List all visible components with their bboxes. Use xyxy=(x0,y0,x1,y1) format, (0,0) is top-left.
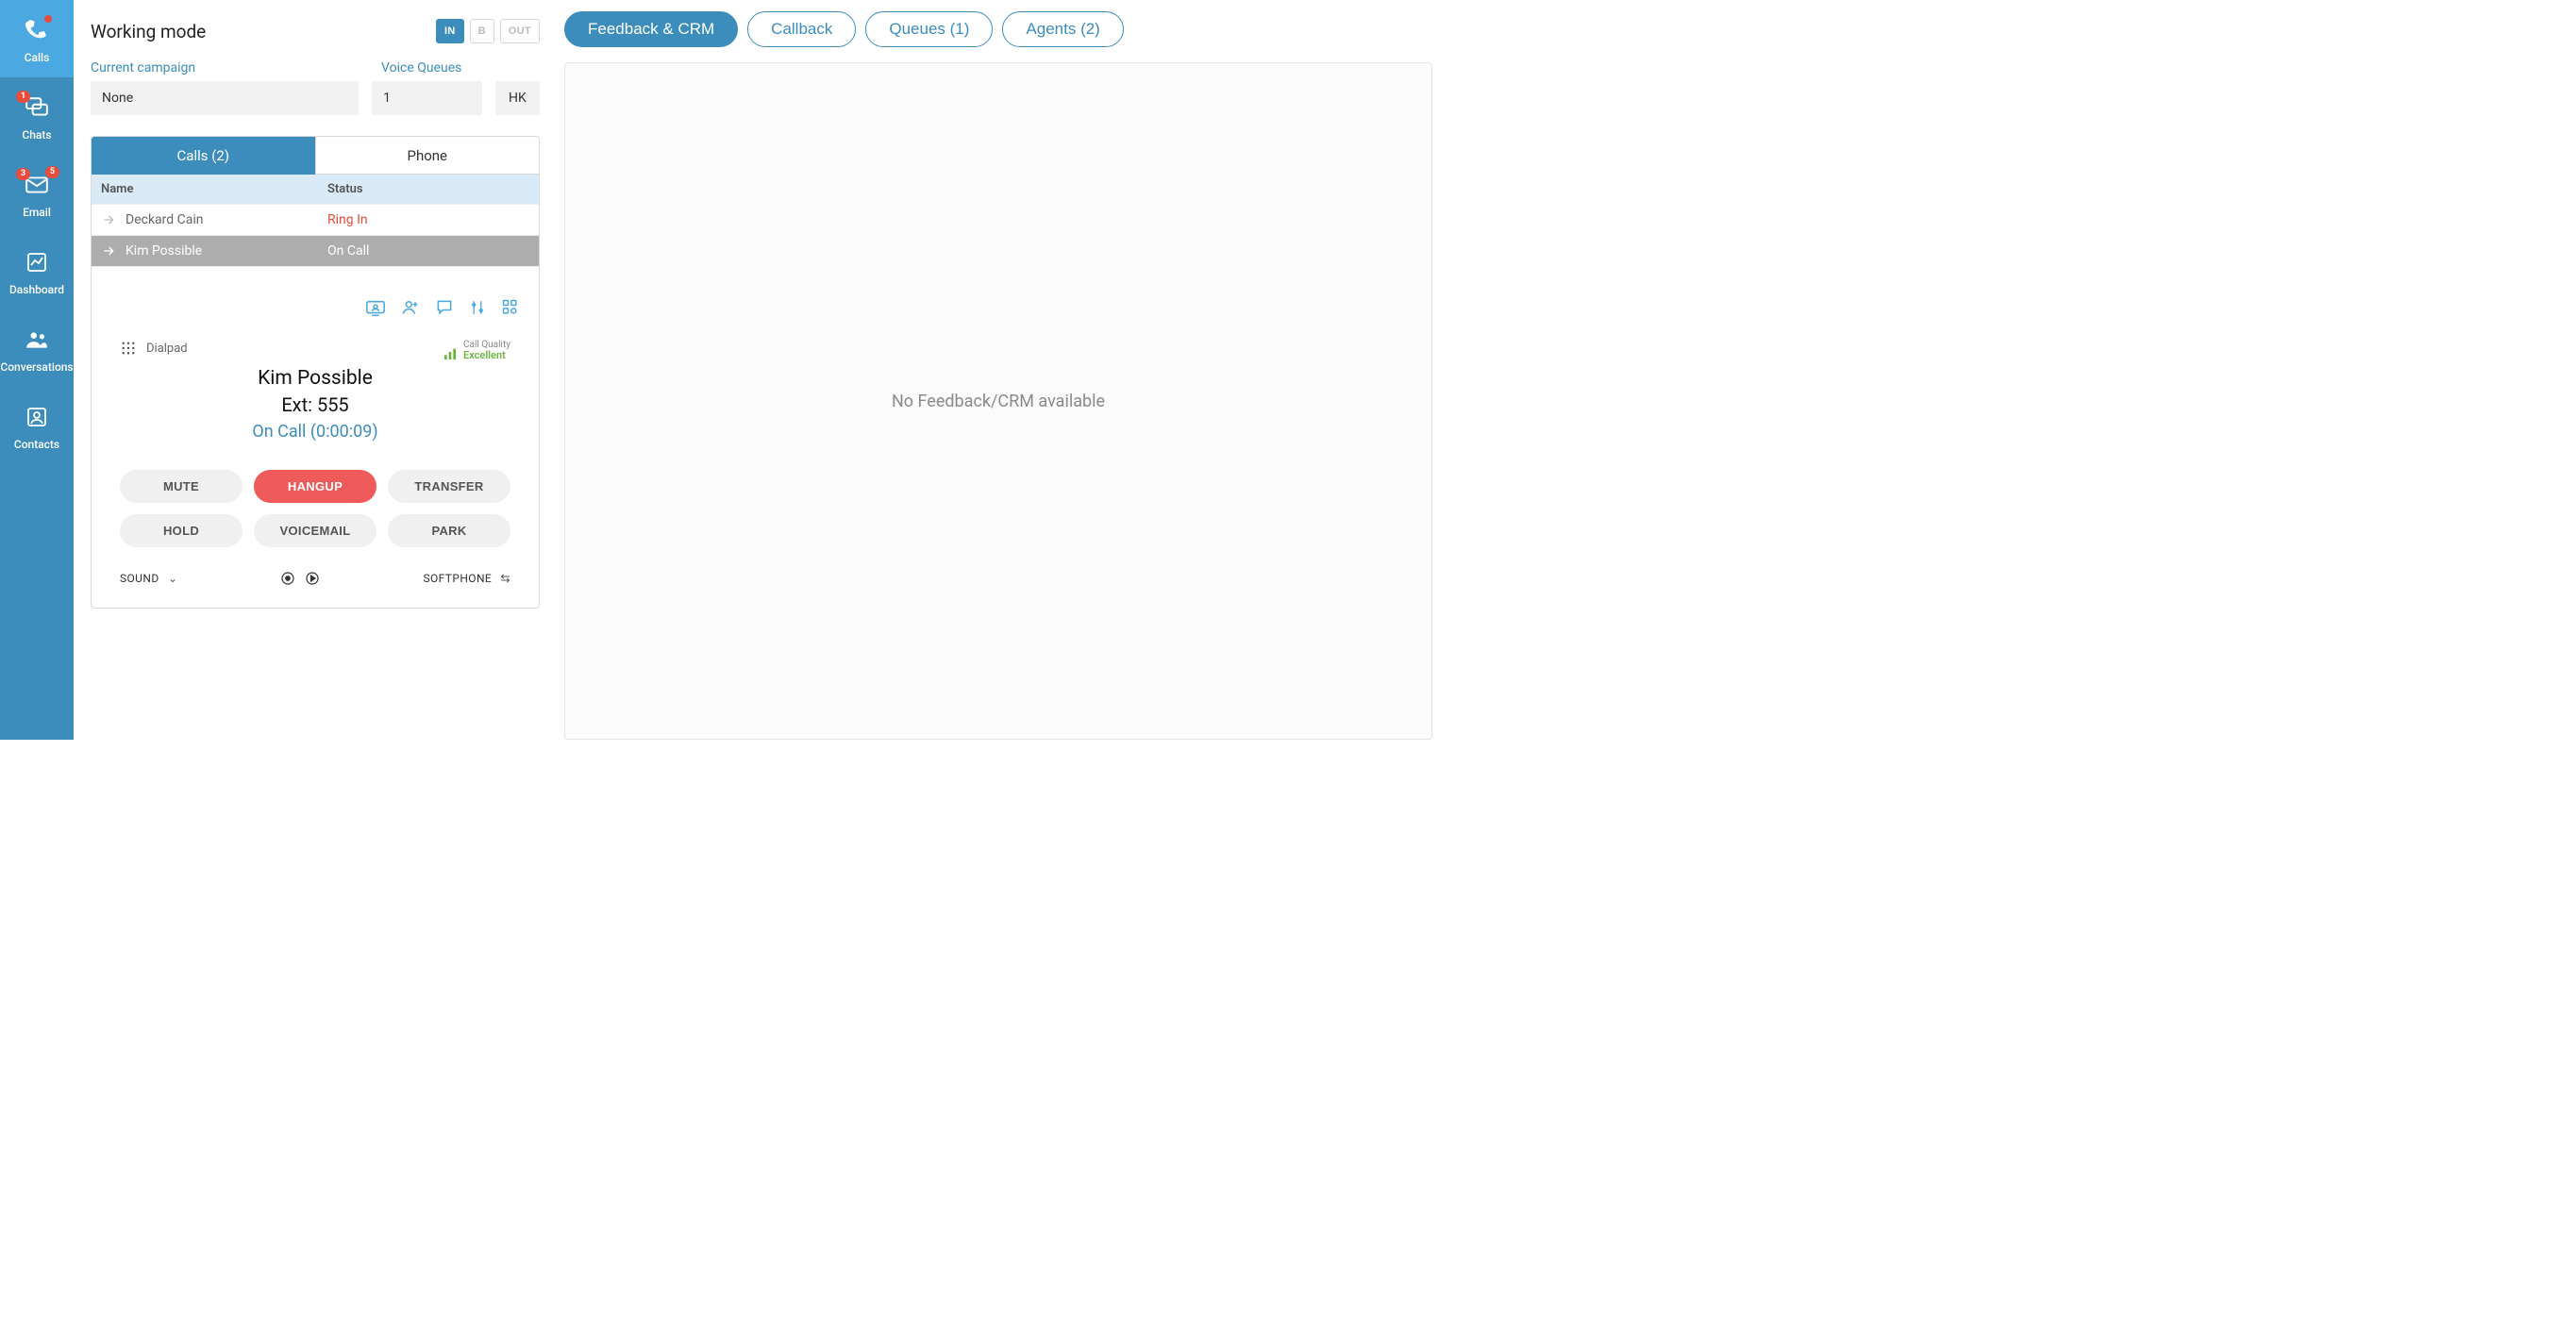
header-status: Status xyxy=(318,175,539,204)
right-tabs: Feedback & CRM Callback Queues (1) Agent… xyxy=(564,11,1432,47)
queues-value[interactable]: 1 xyxy=(372,81,482,115)
caller-extension: Ext: 555 xyxy=(120,393,510,416)
calls-table-header: Name Status xyxy=(92,175,539,204)
apps-icon[interactable] xyxy=(501,298,520,319)
email-badge-2: 5 xyxy=(45,166,59,178)
mail-icon: 3 5 xyxy=(24,172,50,198)
group-icon xyxy=(24,326,50,353)
play-icon[interactable] xyxy=(304,570,321,587)
call-quality-value: Excellent xyxy=(463,350,506,361)
mode-out-button[interactable]: OUT xyxy=(500,19,540,43)
dialpad-icon xyxy=(120,340,137,357)
queues-label: Voice Queues xyxy=(381,60,540,75)
call-row-name: Deckard Cain xyxy=(125,212,204,227)
nav-email[interactable]: 3 5 Email xyxy=(0,155,74,232)
sound-label: SOUND xyxy=(120,572,159,585)
nav-dashboard[interactable]: Dashboard xyxy=(0,232,74,309)
recording-controls xyxy=(279,570,321,587)
transfer-button[interactable]: TRANSFER xyxy=(388,470,510,503)
nav-chats-label: Chats xyxy=(22,128,51,142)
phone-icon xyxy=(24,17,50,43)
nav-contacts[interactable]: Contacts xyxy=(0,387,74,464)
mode-buttons: IN B OUT xyxy=(436,19,540,43)
nav-chats[interactable]: 1 Chats xyxy=(0,77,74,155)
tab-calls[interactable]: Calls (2) xyxy=(92,137,316,175)
arrow-right-icon xyxy=(101,212,116,227)
arrow-right-icon xyxy=(101,243,116,259)
campaign-label: Current campaign xyxy=(91,60,364,75)
nav-email-label: Email xyxy=(23,206,51,219)
nav-dashboard-label: Dashboard xyxy=(9,283,64,296)
screen-share-icon[interactable] xyxy=(365,298,386,319)
left-panel: Working mode IN B OUT Current campaign V… xyxy=(74,0,557,740)
call-quality: Call Quality Excellent xyxy=(443,340,510,361)
nav-calls-label: Calls xyxy=(25,51,50,64)
call-row[interactable]: Kim Possible On Call xyxy=(92,235,539,266)
tab-feedback-crm[interactable]: Feedback & CRM xyxy=(564,11,738,47)
nav-conversations-label: Conversations xyxy=(0,360,73,374)
dialpad-button[interactable]: Dialpad xyxy=(120,340,188,357)
signal-icon xyxy=(443,346,458,361)
nav-contacts-label: Contacts xyxy=(14,438,59,451)
dialpad-label: Dialpad xyxy=(146,342,188,356)
sidebar: Calls 1 Chats 3 5 Email Dashboard xyxy=(0,0,74,740)
swap-icon: ⇆ xyxy=(501,572,510,585)
mode-in-button[interactable]: IN xyxy=(436,19,464,43)
hangup-button[interactable]: HANGUP xyxy=(254,470,376,503)
sound-menu[interactable]: SOUND ⌄ xyxy=(120,572,177,585)
voicemail-button[interactable]: VOICEMAIL xyxy=(254,514,376,547)
feedback-pane: No Feedback/CRM available xyxy=(564,62,1432,740)
right-panel: Feedback & CRM Callback Queues (1) Agent… xyxy=(557,0,1449,740)
hk-button[interactable]: HK xyxy=(495,81,540,115)
call-row-status: On Call xyxy=(318,236,539,266)
chats-badge: 1 xyxy=(16,91,30,103)
record-icon[interactable] xyxy=(279,570,296,587)
call-row[interactable]: Deckard Cain Ring In xyxy=(92,204,539,235)
hold-button[interactable]: HOLD xyxy=(120,514,243,547)
nav-conversations[interactable]: Conversations xyxy=(0,309,74,387)
chat-icon: 1 xyxy=(24,94,50,121)
mute-button[interactable]: MUTE xyxy=(120,470,243,503)
campaign-value[interactable]: None xyxy=(91,81,359,115)
tab-queues[interactable]: Queues (1) xyxy=(865,11,993,47)
email-badge-1: 3 xyxy=(16,168,30,180)
main-area: Working mode IN B OUT Current campaign V… xyxy=(74,0,1449,740)
call-toolbar xyxy=(92,292,539,328)
calls-card: Calls (2) Phone Name Status Deckard Cain… xyxy=(91,136,540,609)
tab-callback[interactable]: Callback xyxy=(747,11,856,47)
softphone-label: SOFTPHONE xyxy=(423,572,492,585)
call-row-name: Kim Possible xyxy=(125,243,202,259)
nav-calls[interactable]: Calls xyxy=(0,0,74,77)
working-mode-title: Working mode xyxy=(91,21,206,42)
tab-agents[interactable]: Agents (2) xyxy=(1002,11,1123,47)
add-person-icon[interactable] xyxy=(401,298,420,319)
comment-icon[interactable] xyxy=(435,298,454,319)
header-name: Name xyxy=(92,175,318,204)
empty-feedback-text: No Feedback/CRM available xyxy=(892,392,1105,411)
softphone-menu[interactable]: SOFTPHONE ⇆ xyxy=(423,572,510,585)
park-button[interactable]: PARK xyxy=(388,514,510,547)
caller-name: Kim Possible xyxy=(120,367,510,390)
dashboard-icon xyxy=(24,249,50,276)
call-status: On Call (0:00:09) xyxy=(120,422,510,442)
tab-phone[interactable]: Phone xyxy=(316,137,540,175)
mode-b-button[interactable]: B xyxy=(470,19,494,43)
contact-icon xyxy=(24,404,50,430)
calls-indicator-dot xyxy=(44,15,52,23)
chevron-down-icon: ⌄ xyxy=(168,572,177,585)
sliders-icon[interactable] xyxy=(469,298,486,319)
call-row-status: Ring In xyxy=(318,205,539,235)
